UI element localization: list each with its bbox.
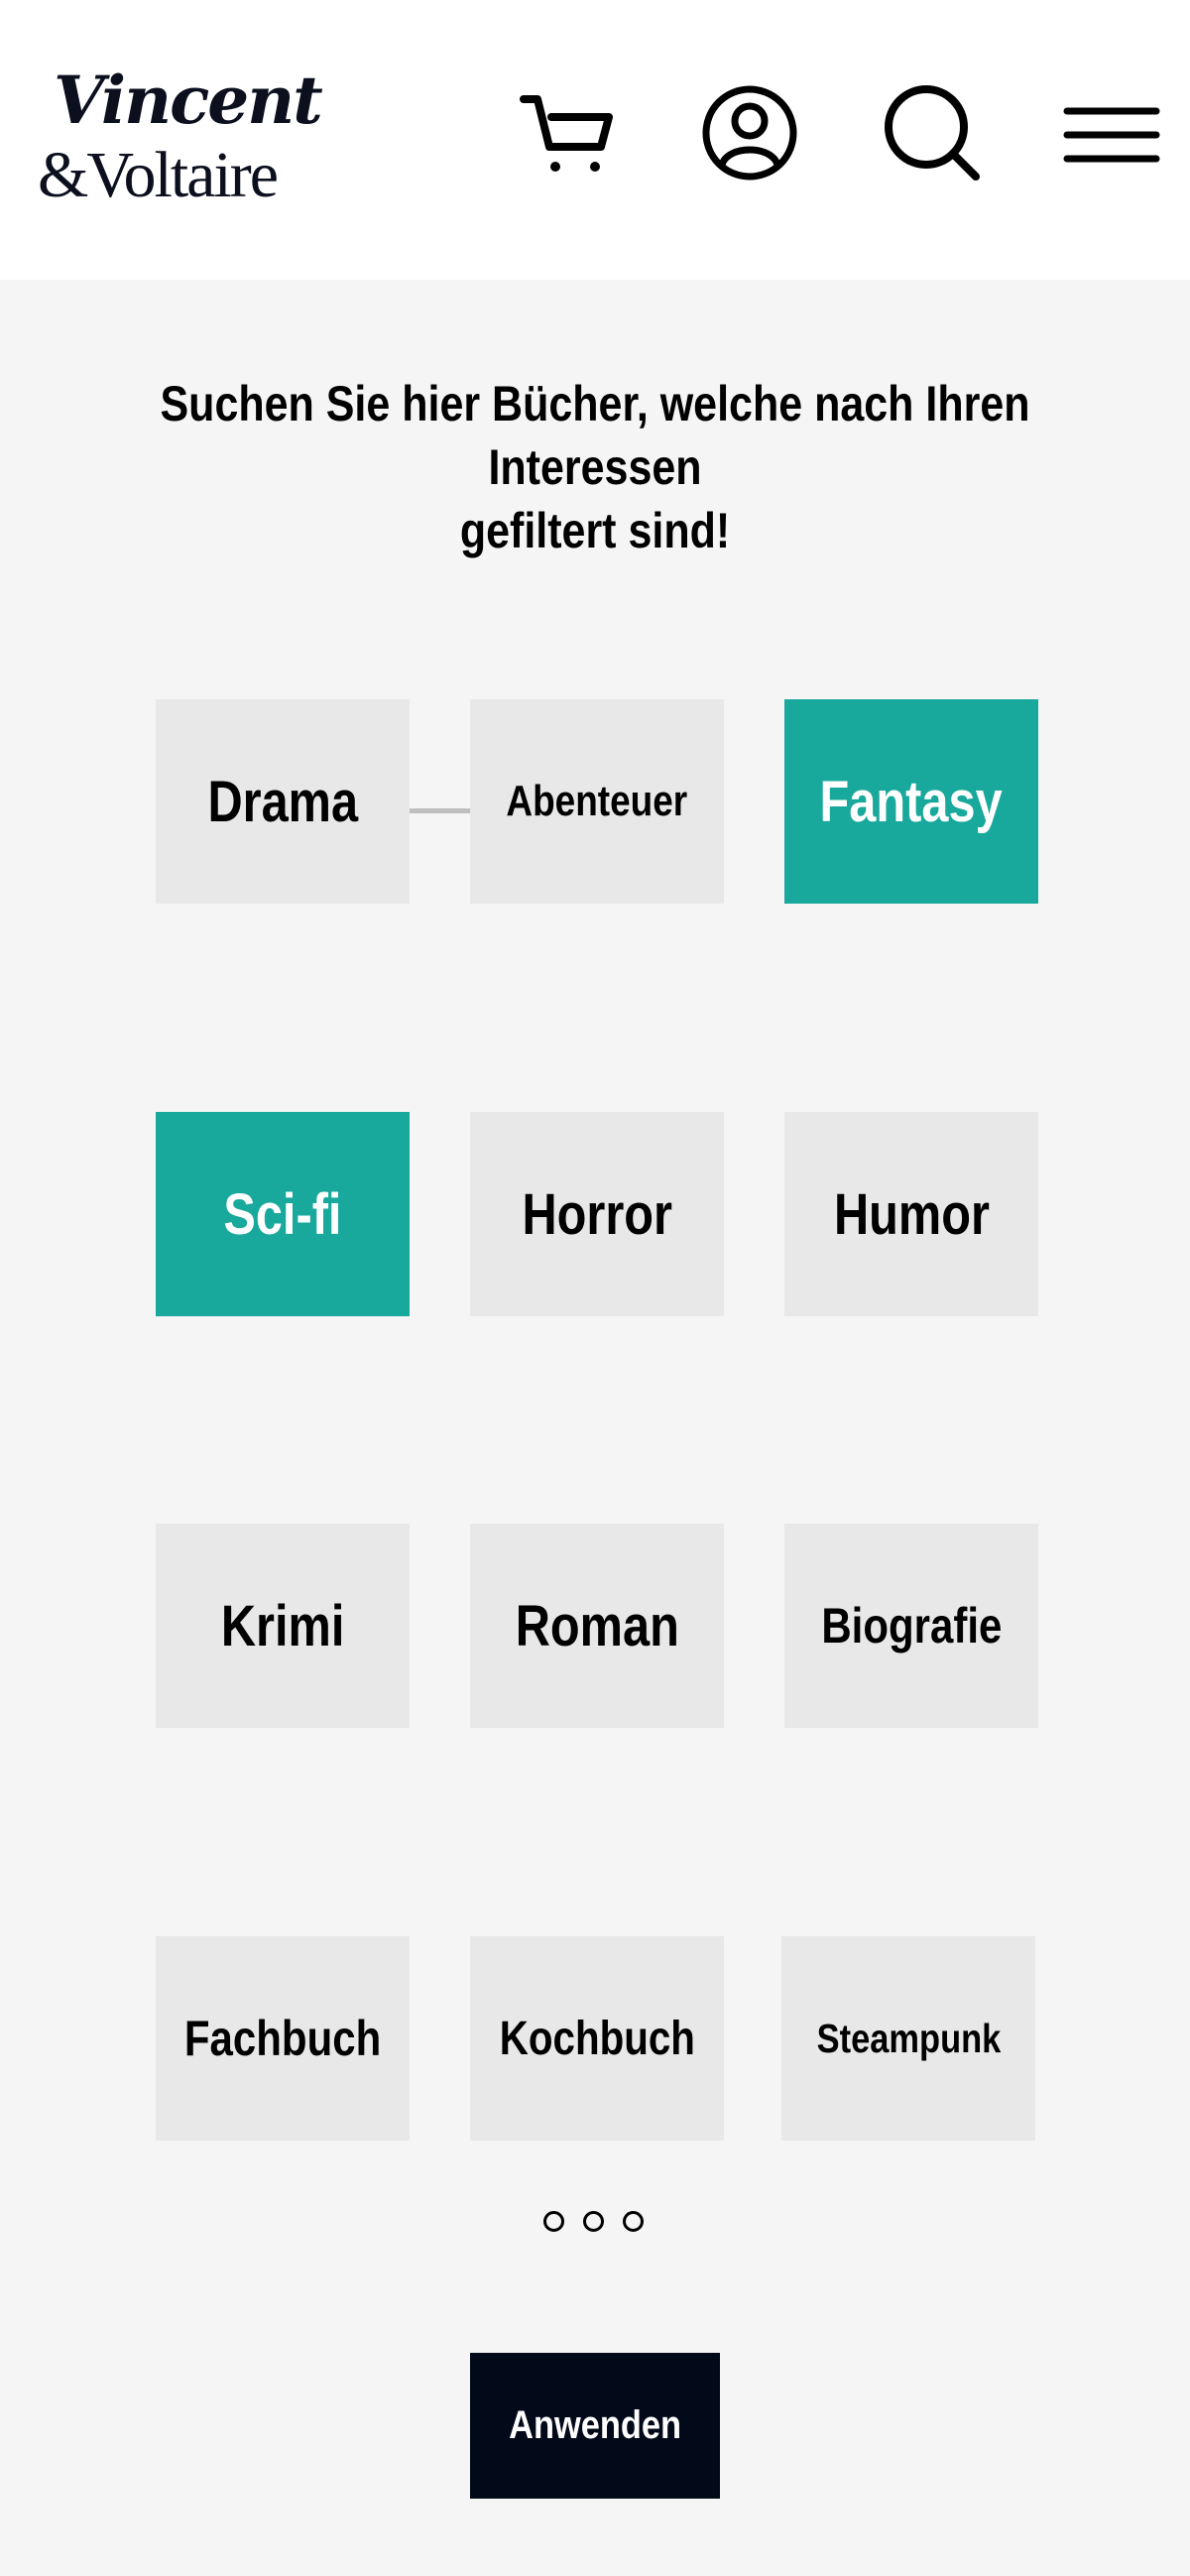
- search-icon[interactable]: [881, 81, 984, 184]
- pagination-dot-3[interactable]: [623, 2211, 644, 2232]
- genre-label: Drama: [207, 769, 358, 834]
- apply-button-label: Anwenden: [509, 2403, 681, 2447]
- genre-label: Horror: [522, 1181, 672, 1247]
- header: Vincent &Voltaire: [0, 0, 1190, 280]
- genre-tile-fachbuch[interactable]: Fachbuch: [156, 1936, 410, 2141]
- genre-tile-drama[interactable]: Drama: [156, 699, 410, 904]
- genre-label: Sci-fi: [223, 1181, 342, 1247]
- logo-text-vincent: Vincent: [54, 61, 323, 139]
- genre-label: Steampunk: [816, 2015, 1001, 2061]
- pagination-dot-1[interactable]: [543, 2211, 564, 2232]
- genre-label: Abenteuer: [506, 777, 688, 825]
- genre-label: Krimi: [220, 1593, 345, 1658]
- genre-label: Kochbuch: [499, 2012, 695, 2065]
- headline-line-2: gefiltert sind!: [459, 503, 731, 558]
- genre-tile-fantasy[interactable]: Fantasy: [784, 699, 1038, 904]
- cart-icon[interactable]: [516, 81, 619, 184]
- menu-icon[interactable]: [1061, 81, 1164, 184]
- page-headline: Suchen Sie hier Bücher, welche nach Ihre…: [83, 372, 1107, 562]
- apply-button[interactable]: Anwenden: [470, 2353, 720, 2499]
- genre-tile-steampunk[interactable]: Steampunk: [781, 1936, 1035, 2141]
- genre-tile-krimi[interactable]: Krimi: [156, 1524, 410, 1728]
- genre-tile-abenteuer[interactable]: Abenteuer: [470, 699, 724, 904]
- genre-label: Biografie: [820, 1598, 1003, 1654]
- logo-text-voltaire: &Voltaire: [38, 139, 279, 211]
- headline-line-1: Suchen Sie hier Bücher, welche nach Ihre…: [160, 376, 1030, 495]
- genre-label: Fantasy: [819, 769, 1004, 834]
- genre-tile-kochbuch[interactable]: Kochbuch: [470, 1936, 724, 2141]
- genre-tile-roman[interactable]: Roman: [470, 1524, 724, 1728]
- genre-label: Roman: [515, 1593, 679, 1658]
- genre-label: Fachbuch: [183, 2011, 382, 2066]
- genre-tile-biografie[interactable]: Biografie: [784, 1524, 1038, 1728]
- pagination-dot-2[interactable]: [583, 2211, 604, 2232]
- pagination-dots: [543, 2211, 647, 2232]
- user-icon[interactable]: [698, 81, 801, 184]
- genre-tile-scifi[interactable]: Sci-fi: [156, 1112, 410, 1316]
- tile-connector: [409, 808, 470, 813]
- genre-tile-horror[interactable]: Horror: [470, 1112, 724, 1316]
- genre-tile-humor[interactable]: Humor: [784, 1112, 1038, 1316]
- vincent-voltaire-logo[interactable]: Vincent &Voltaire: [38, 67, 323, 216]
- genre-label: Humor: [833, 1181, 990, 1247]
